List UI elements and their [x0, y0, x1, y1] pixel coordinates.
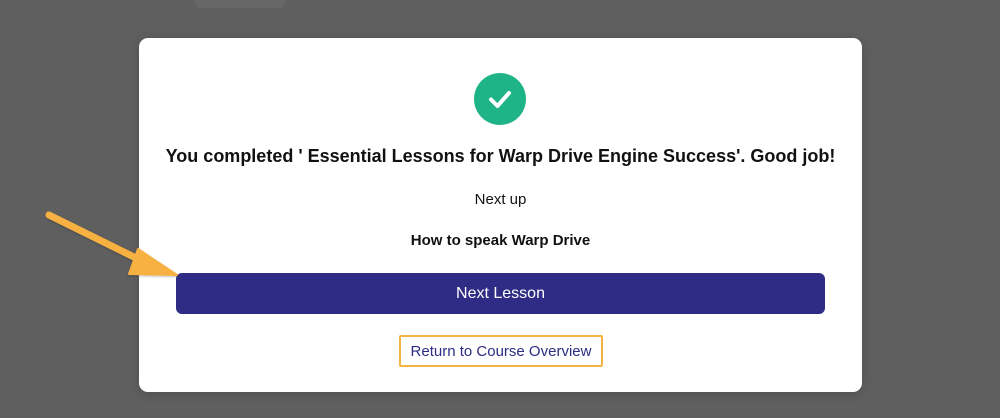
lesson-complete-dialog: You completed ' Essential Lessons for Wa… — [139, 38, 862, 392]
return-link-highlight: Return to Course Overview — [399, 335, 603, 367]
next-up-label: Next up — [474, 191, 527, 208]
return-to-course-overview-link[interactable]: Return to Course Overview — [411, 343, 592, 360]
checkmark-circle-icon — [474, 73, 526, 125]
completion-message: You completed ' Essential Lessons for Wa… — [165, 146, 836, 166]
next-lesson-title: How to speak Warp Drive — [410, 232, 591, 249]
next-lesson-button[interactable]: Next Lesson — [176, 273, 825, 314]
backdrop-shape — [195, 0, 285, 8]
